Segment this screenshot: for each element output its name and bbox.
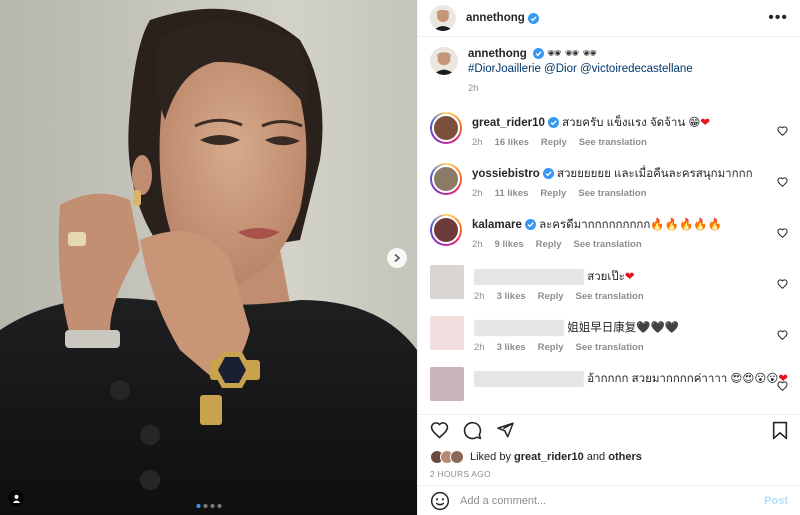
like-comment-heart-icon[interactable] xyxy=(777,381,788,391)
comment-text: อ้ากกกก สวยมากกกกค่าาาา 😍😍😮😮 xyxy=(587,373,779,386)
reply-button[interactable]: Reply xyxy=(536,239,562,250)
comment-likes[interactable]: 11 likes xyxy=(495,188,529,199)
comment-time: 2h xyxy=(472,188,483,199)
post-timestamp[interactable]: 2 HOURS AGO xyxy=(418,467,800,485)
comment-time: 2h xyxy=(472,137,483,148)
reply-button[interactable]: Reply xyxy=(541,137,567,148)
comment-username-blurred xyxy=(474,320,564,336)
action-bar xyxy=(418,414,800,445)
post-media[interactable] xyxy=(0,0,417,515)
carousel-next-button[interactable] xyxy=(387,248,407,268)
carousel-dot xyxy=(203,504,207,508)
caption-time: 2h xyxy=(468,83,479,94)
more-options-button[interactable]: ••• xyxy=(768,10,788,26)
comment-composer: Post xyxy=(418,485,800,515)
caption-emojis: 🕶 🕶 🕶 xyxy=(547,48,598,60)
comments-list[interactable]: annethong 🕶 🕶 🕶 #DiorJoaillerie @Dior @v… xyxy=(418,37,800,414)
verified-badge-icon xyxy=(542,168,554,179)
reply-button[interactable]: Reply xyxy=(538,291,564,302)
comment-username-blurred xyxy=(474,269,584,285)
comment-avatar[interactable] xyxy=(430,112,462,144)
tagged-users-button[interactable] xyxy=(8,490,24,506)
comment-text: 姐姐早日康复🖤🖤🖤 xyxy=(567,322,680,335)
comment-item: 姐姐早日康复🖤🖤🖤 2h 3 likes Reply See translation xyxy=(430,316,790,367)
comment-text: ละครดีมากกกกกกกกก🔥🔥🔥🔥🔥 xyxy=(539,219,722,231)
carousel-dot xyxy=(210,504,214,508)
comment-avatar[interactable] xyxy=(430,214,462,246)
likes-others-link[interactable]: others xyxy=(608,451,642,463)
comment-time: 2h xyxy=(474,291,485,303)
caption-username[interactable]: annethong xyxy=(468,48,527,60)
verified-badge-icon xyxy=(532,48,544,59)
see-translation-button[interactable]: See translation xyxy=(576,291,644,302)
like-comment-heart-icon[interactable] xyxy=(777,126,788,136)
likes-middle: and xyxy=(583,451,609,463)
like-comment-heart-icon[interactable] xyxy=(777,177,788,187)
chevron-right-icon xyxy=(394,253,401,263)
carousel-indicator xyxy=(196,504,221,508)
likes-prefix: Liked by xyxy=(470,451,515,463)
likes-summary: Liked by great_rider10 and others xyxy=(418,445,800,467)
user-icon xyxy=(12,494,20,503)
see-translation-button[interactable]: See translation xyxy=(574,239,642,250)
see-translation-button[interactable]: See translation xyxy=(579,137,647,148)
likes-user-link[interactable]: great_rider10 xyxy=(514,451,584,463)
like-comment-heart-icon[interactable] xyxy=(777,228,788,238)
comment-item: great_rider10 สวยครับ แข็งแรง จัดจ้าน 😁❤… xyxy=(430,112,790,163)
comment-item: yossiebistro สวยยยยยย และเมื่อคืนละครสนุ… xyxy=(430,163,790,214)
see-translation-button[interactable]: See translation xyxy=(578,188,646,199)
carousel-dot xyxy=(196,504,200,508)
comment-likes[interactable]: 3 likes xyxy=(497,342,526,353)
liker-avatars[interactable] xyxy=(430,450,464,464)
comment-time: 2h xyxy=(472,239,483,250)
post-header: annethong ••• xyxy=(418,0,800,37)
comment-username[interactable]: kalamare xyxy=(472,219,522,231)
comment-username[interactable]: great_rider10 xyxy=(472,117,545,129)
author-username[interactable]: annethong xyxy=(466,12,525,24)
comment-heart-emoji: ❤ xyxy=(624,271,635,284)
share-icon[interactable] xyxy=(496,421,515,439)
like-comment-heart-icon[interactable] xyxy=(777,279,788,289)
comment-text: สวยยยยยย และเมื่อคืนละครสนุกมากกก xyxy=(556,168,753,180)
comment-text: สวยเป๊ะ xyxy=(587,271,625,284)
caption-avatar[interactable] xyxy=(430,47,458,75)
bookmark-icon[interactable] xyxy=(772,421,788,440)
comment-likes[interactable]: 9 likes xyxy=(495,239,524,250)
comment-heart-emoji: ❤ xyxy=(700,117,711,129)
comment-item: kalamare ละครดีมากกกกกกกกก🔥🔥🔥🔥🔥 2h 9 likes… xyxy=(430,214,790,265)
like-comment-heart-icon[interactable] xyxy=(777,330,788,340)
instagram-post-view: annethong ••• annethong 🕶 🕶 🕶 #DiorJoail… xyxy=(0,0,800,515)
reply-button[interactable]: Reply xyxy=(540,188,566,199)
comment-text: สวยครับ แข็งแรง จัดจ้าน 😁 xyxy=(562,117,701,129)
comment-username-blurred xyxy=(474,371,584,387)
comment-likes[interactable]: 16 likes xyxy=(495,137,529,148)
comment-likes[interactable]: 3 likes xyxy=(497,291,526,302)
comment-avatar-blurred xyxy=(430,265,464,299)
add-comment-input[interactable] xyxy=(460,494,755,507)
comment-avatar-blurred xyxy=(430,316,464,350)
comment-time: 2h xyxy=(474,342,485,354)
carousel-dot xyxy=(217,504,221,508)
comment-username[interactable]: yossiebistro xyxy=(472,168,540,180)
comment-rows: great_rider10 สวยครับ แข็งแรง จัดจ้าน 😁❤… xyxy=(430,112,790,414)
caption-tags[interactable]: #DiorJoaillerie @Dior @victoiredecastell… xyxy=(468,63,693,75)
post-photo xyxy=(0,8,417,515)
post-comment-button[interactable]: Post xyxy=(764,495,788,507)
verified-badge-icon xyxy=(547,117,559,128)
post-details-panel: annethong ••• annethong 🕶 🕶 🕶 #DiorJoail… xyxy=(417,0,800,515)
comment-item: สวยเป๊ะ❤ 2h 3 likes Reply See translation xyxy=(430,265,790,316)
author-avatar[interactable] xyxy=(430,5,456,31)
comment-icon[interactable] xyxy=(463,421,482,440)
comment-avatar[interactable] xyxy=(430,163,462,195)
comment-avatar-blurred xyxy=(430,367,464,401)
reply-button[interactable]: Reply xyxy=(538,342,564,353)
see-translation-button[interactable]: See translation xyxy=(576,342,644,353)
verified-badge-icon xyxy=(527,12,539,24)
heart-icon[interactable] xyxy=(430,421,449,439)
post-caption: annethong 🕶 🕶 🕶 #DiorJoaillerie @Dior @v… xyxy=(430,47,790,94)
verified-badge-icon xyxy=(524,219,536,230)
comment-item: อ้ากกกก สวยมากกกกค่าาาา 😍😍😮😮❤ xyxy=(430,367,790,414)
emoji-icon[interactable] xyxy=(430,491,450,511)
